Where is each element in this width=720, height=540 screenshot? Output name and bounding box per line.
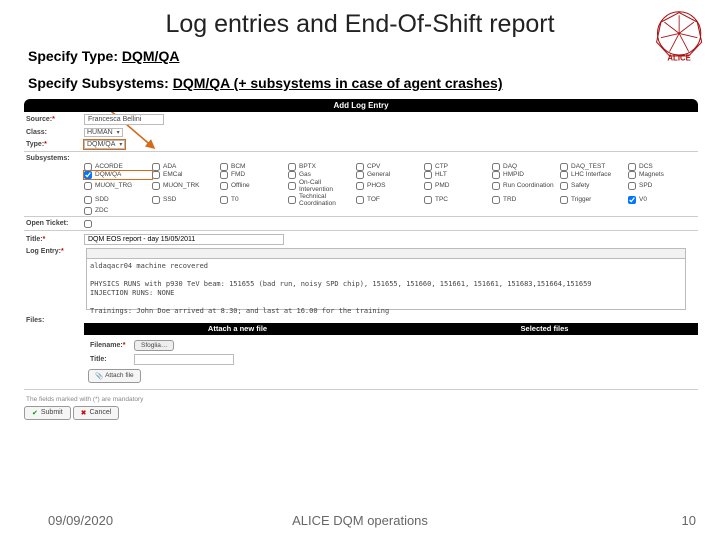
cancel-button[interactable]: Cancel (73, 406, 120, 420)
subsystem-acorde[interactable]: ACORDE (84, 163, 152, 171)
logo-caption: ALICE (667, 53, 690, 62)
subsystem-ada[interactable]: ADA (152, 163, 220, 171)
selected-files-header: Selected files (391, 323, 698, 335)
subsystem-ssd[interactable]: SSD (152, 193, 220, 207)
logentry-textarea[interactable]: aldaqacr04 machine recovered PHYSICS RUN… (86, 258, 686, 310)
subsystem-hmpid[interactable]: HMPID (492, 171, 560, 179)
subsystem-lhc-interface[interactable]: LHC Interface (560, 171, 628, 179)
class-select[interactable]: HUMAN (84, 128, 123, 137)
type-select[interactable]: DQM/QA (84, 140, 125, 149)
open-ticket-label: Open Ticket: (24, 220, 80, 227)
subsystem-pmd[interactable]: PMD (424, 179, 492, 193)
subsystem-zdc[interactable]: ZDC (84, 207, 152, 215)
subsystem-dqm-qa[interactable]: DQM/QA (84, 171, 152, 179)
attach-file-button[interactable]: 📎Attach file (88, 369, 141, 383)
filename-label: Filename: (88, 342, 130, 349)
type-label: Type: (24, 141, 80, 148)
subsystem-tpc[interactable]: TPC (424, 193, 492, 207)
subsystem-emcal[interactable]: EMCal (152, 171, 220, 179)
subsystem-muon-trk[interactable]: MUON_TRK (152, 179, 220, 193)
subsystem-technical-coordination[interactable]: Technical Coordination (288, 193, 356, 207)
instruction-type: Specify Type: DQM/QA (0, 43, 720, 70)
subsystem-spd[interactable]: SPD (628, 179, 696, 193)
files-label: Files: (24, 317, 80, 324)
slide-title: Log entries and End-Of-Shift report (60, 0, 660, 43)
class-label: Class: (24, 129, 80, 136)
subsystem-daq-test[interactable]: DAQ_TEST (560, 163, 628, 171)
subsystem-gas[interactable]: Gas (288, 171, 356, 179)
editor-toolbar[interactable] (86, 248, 686, 258)
mandatory-note: The fields marked with (*) are mandatory (26, 396, 698, 403)
subsystem-general[interactable]: General (356, 171, 424, 179)
subsystem-on-call-intervention[interactable]: On-Call Intervention (288, 179, 356, 193)
subsystem-trd[interactable]: TRD (492, 193, 560, 207)
subsystem-offline[interactable]: Offline (220, 179, 288, 193)
subsystem-v0[interactable]: V0 (628, 193, 696, 207)
subsystem-phos[interactable]: PHOS (356, 179, 424, 193)
filetitle-label: Title: (88, 356, 130, 363)
subsystem-run-coordination[interactable]: Run Coordination (492, 179, 560, 193)
attach-header: Attach a new file (84, 323, 391, 335)
logentry-label: Log Entry: (24, 248, 80, 255)
subsystems-grid: ACORDEADABCMBPTXCPVCTPDAQDAQ_TESTDCS DQM/… (24, 163, 698, 215)
instruction-subsystems: Specify Subsystems: DQM/QA (+ subsystems… (0, 70, 720, 97)
title-input[interactable] (84, 234, 284, 245)
attach-icon: 📎 (95, 372, 103, 380)
subsystem-bcm[interactable]: BCM (220, 163, 288, 171)
subsystem-bptx[interactable]: BPTX (288, 163, 356, 171)
submit-button[interactable]: Submit (24, 406, 71, 420)
source-value: Francesca Bellini (84, 114, 164, 125)
subsystem-sdd[interactable]: SDD (84, 193, 152, 207)
subsystem-fmd[interactable]: FMD (220, 171, 288, 179)
footer-page-number: 10 (682, 513, 696, 528)
footer-center: ALICE DQM operations (0, 513, 720, 528)
log-entry-form: Add Log Entry Source: Francesca Bellini … (24, 99, 698, 420)
subsystem-t0[interactable]: T0 (220, 193, 288, 207)
subsystem-muon-trg[interactable]: MUON_TRG (84, 179, 152, 193)
filetitle-input[interactable] (134, 354, 234, 365)
browse-button[interactable]: Sfoglia… (134, 340, 174, 351)
subsystem-hlt[interactable]: HLT (424, 171, 492, 179)
subsystems-label: Subsystems: (24, 155, 80, 162)
subsystem-safety[interactable]: Safety (560, 179, 628, 193)
form-header: Add Log Entry (24, 99, 698, 112)
subsystem-daq[interactable]: DAQ (492, 163, 560, 171)
source-label: Source: (24, 116, 80, 123)
open-ticket-checkbox[interactable] (84, 220, 92, 228)
subsystem-cpv[interactable]: CPV (356, 163, 424, 171)
subsystem-ctp[interactable]: CTP (424, 163, 492, 171)
subsystem-dcs[interactable]: DCS (628, 163, 696, 171)
subsystem-tof[interactable]: TOF (356, 193, 424, 207)
title-label: Title: (24, 236, 80, 243)
alice-logo: ALICE (654, 10, 706, 67)
subsystem-magnets[interactable]: Magnets (628, 171, 696, 179)
subsystem-trigger[interactable]: Trigger (560, 193, 628, 207)
